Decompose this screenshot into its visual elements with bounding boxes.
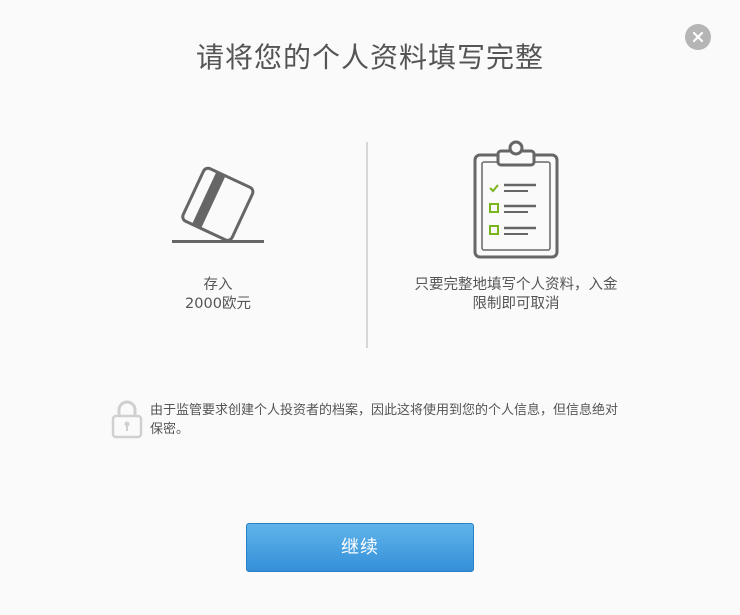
deposit-limit-line2: 2000欧元 [185,296,251,312]
lock-icon [111,400,143,439]
complete-profile-line2: 限制即可取消 [472,296,560,312]
clipboard-checklist-icon [473,140,559,259]
deposit-limit-text: 存入 2000欧元 [150,276,286,314]
privacy-notice: 由于监管要求创建个人投资者的档案，因此这将使用到您的个人信息，但信息绝对保密。 [150,403,619,437]
dialog-title: 请将您的个人资料填写完整 [195,41,544,74]
panel-divider [366,142,368,348]
complete-profile-text: 只要完整地填写个人资料，入金 限制即可取消 [405,276,627,314]
deposit-limit-line1: 存入 [203,277,233,293]
complete-profile-line1: 只要完整地填写个人资料，入金 [414,277,618,293]
continue-button[interactable]: 继续 [246,523,474,572]
profile-completion-dialog: 请将您的个人资料填写完整 存入 2000欧元 只要完整地填写个人资料，入金 限制… [0,0,740,615]
credit-card-icon [172,166,264,243]
